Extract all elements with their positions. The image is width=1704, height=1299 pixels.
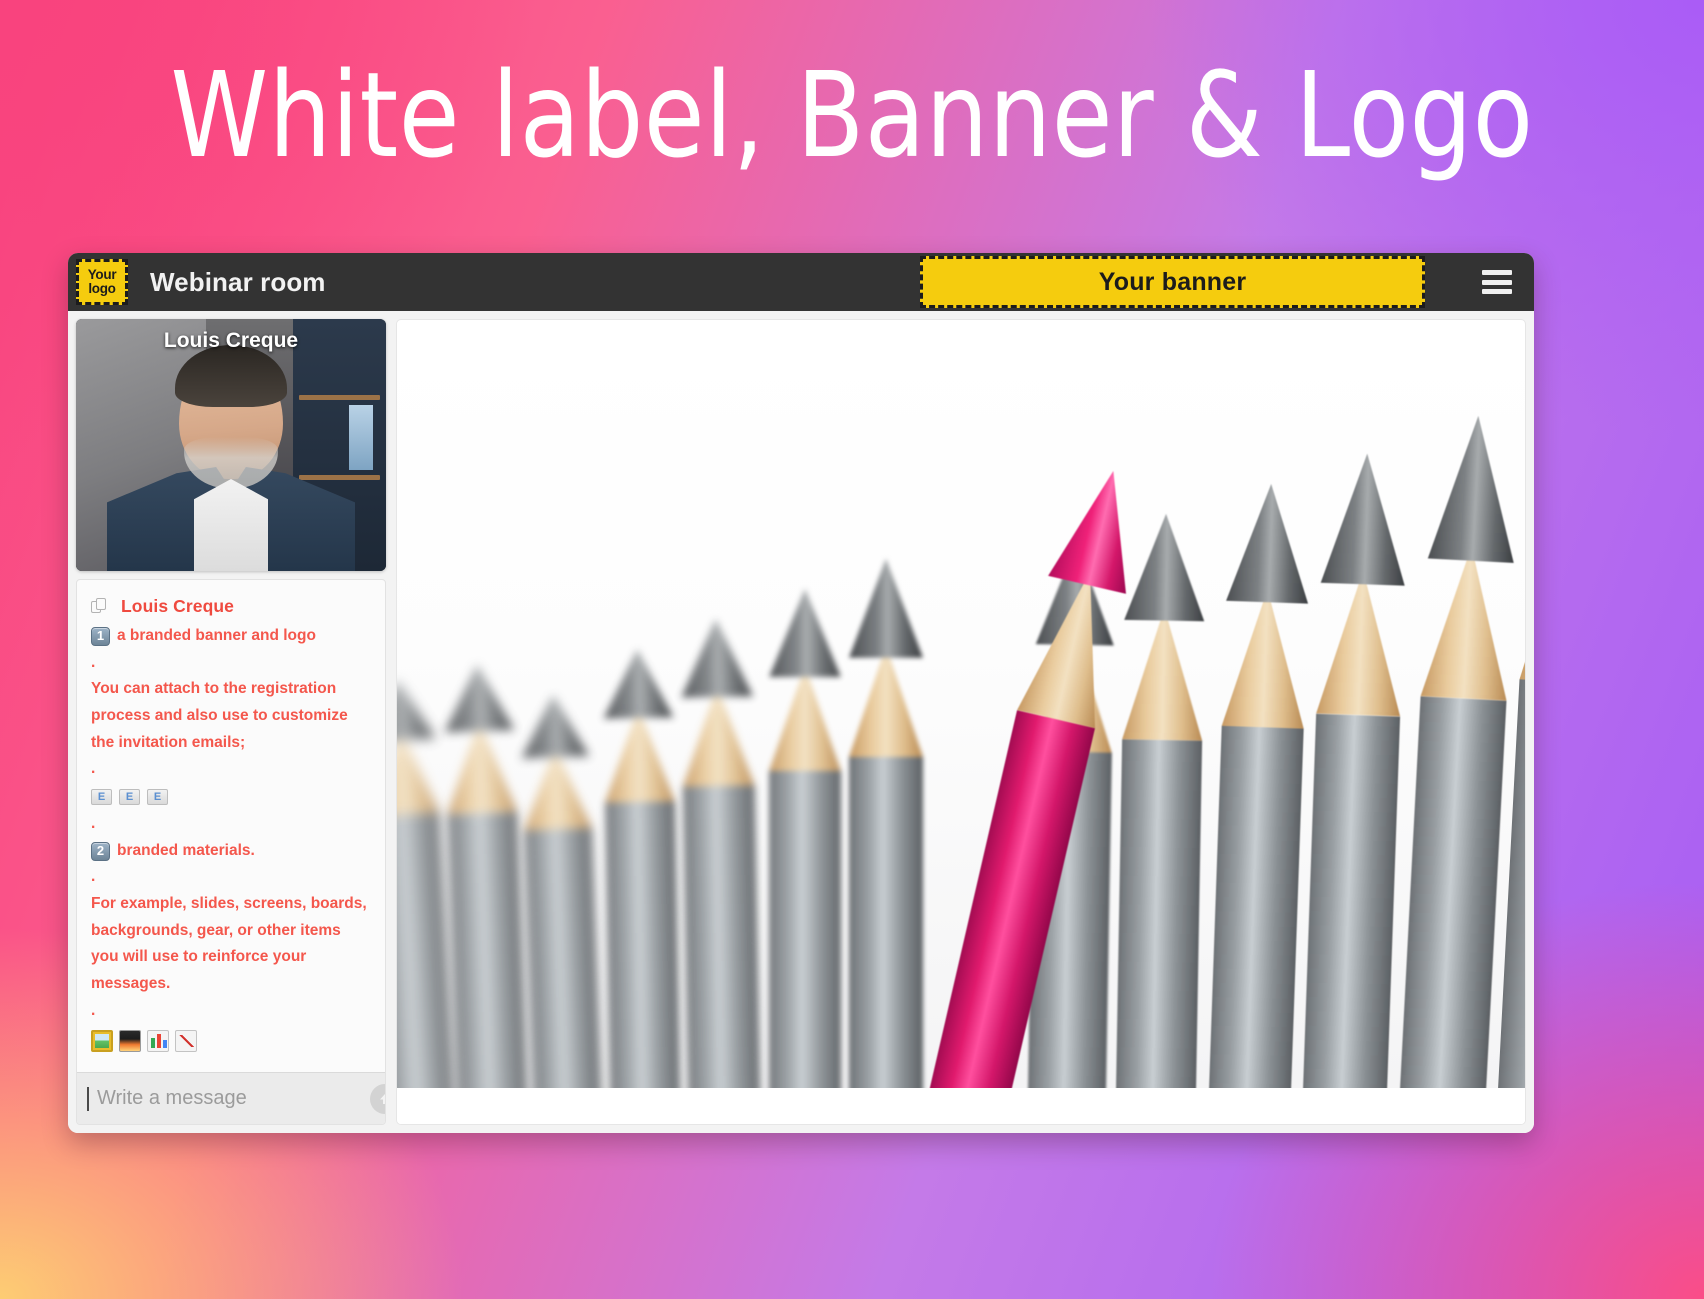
chat-line-dot: . [91, 1001, 96, 1019]
slide-area [397, 340, 1525, 1088]
chat-line-text: a branded banner and logo [117, 627, 316, 644]
text-cursor [87, 1086, 89, 1111]
brand-logo-placeholder[interactable]: Your logo [76, 259, 128, 305]
logo-line-1: Your [87, 267, 117, 283]
chat-message-header: Louis Creque [91, 596, 371, 617]
chat-line-paragraph: You can attach to the registration proce… [91, 680, 348, 751]
hamburger-bar-2 [1482, 279, 1512, 285]
webinar-app-window: Your logo Webinar room Your banner Louis… [68, 253, 1534, 1133]
room-title: Webinar room [150, 266, 326, 297]
chat-line-dot: . [91, 760, 96, 778]
hamburger-menu-icon[interactable] [1482, 270, 1512, 294]
chat-message-list[interactable]: Louis Creque 1 a branded banner and logo… [77, 580, 385, 1072]
chat-line-dot: . [91, 868, 96, 886]
keycap-two-icon: 2 [91, 841, 110, 861]
envelope-icon [91, 788, 112, 805]
chat-line-item: 1 a branded banner and logo [91, 623, 371, 650]
chat-emoji-row-envelopes [91, 788, 371, 805]
envelope-icon [147, 788, 168, 805]
chat-message-author: Louis Creque [121, 596, 235, 616]
envelope-icon [119, 788, 140, 805]
app-topbar: Your logo Webinar room Your banner [68, 253, 1534, 311]
copy-icon[interactable] [91, 597, 109, 616]
page-headline: White label, Banner & Logo [170, 46, 1534, 184]
hamburger-bar-1 [1482, 270, 1512, 275]
stage-bottom-strip [397, 1088, 1525, 1124]
logo-line-2: logo [88, 281, 116, 296]
keycap-one-icon: 1 [91, 627, 110, 646]
left-sidebar: Louis Creque Louis Creque 1 a branded ba… [76, 319, 386, 1125]
bar-chart-icon [147, 1030, 169, 1053]
photo-icon [119, 1030, 141, 1053]
chat-line-text: branded materials. [117, 841, 255, 859]
chat-line-paragraph: For example, slides, screens, boards, ba… [91, 894, 367, 992]
hamburger-bar-3 [1482, 289, 1512, 294]
presentation-stage[interactable] [396, 319, 1526, 1125]
video-shelf-book [348, 404, 373, 471]
send-arrow-up-icon[interactable] [370, 1083, 385, 1114]
video-participant-name: Louis Creque [163, 329, 299, 352]
chat-composer [77, 1072, 385, 1124]
framed-picture-icon [91, 1030, 113, 1053]
message-input[interactable] [97, 1087, 362, 1110]
brand-banner-placeholder[interactable]: Your banner [920, 256, 1425, 308]
app-body: Louis Creque Louis Creque 1 a branded ba… [68, 311, 1534, 1133]
chat-panel: Louis Creque 1 a branded banner and logo… [76, 579, 386, 1125]
chat-line-dot: . [91, 653, 96, 671]
slide-image-pencils [397, 340, 1525, 1088]
chart-increasing-icon [175, 1030, 197, 1053]
chat-emoji-row-media [91, 1030, 371, 1053]
chat-line-dot: . [91, 814, 96, 832]
banner-label: Your banner [1098, 267, 1247, 296]
video-tile[interactable]: Louis Creque [76, 319, 386, 571]
chat-line-item: 2 branded materials. [91, 838, 371, 865]
